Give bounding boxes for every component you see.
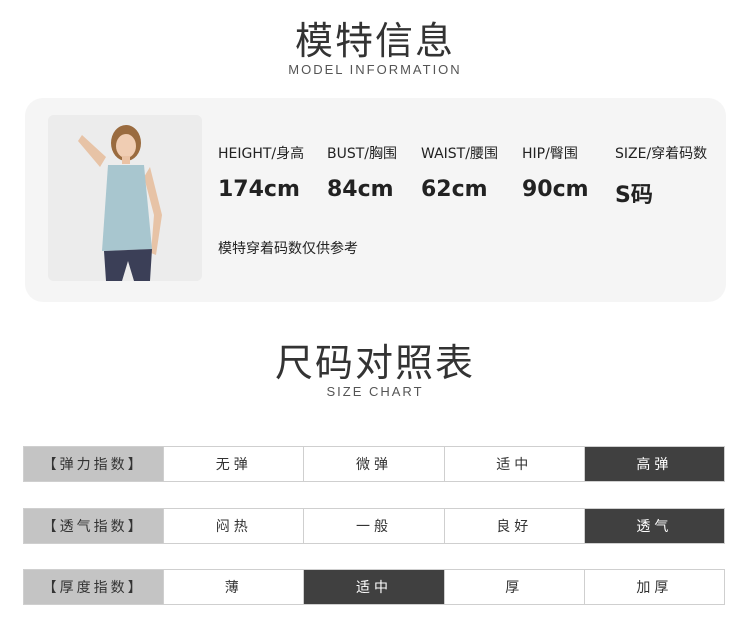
elasticity-row: 【弹力指数】 无弹 微弹 适中 高弹 bbox=[23, 446, 725, 482]
size-chart-title: 尺码对照表 bbox=[274, 341, 475, 385]
stat-label: HIP/臀围 bbox=[522, 146, 578, 162]
option-cell: 薄 bbox=[163, 570, 304, 604]
stat-value: 62cm bbox=[421, 177, 488, 202]
option-cell: 厚 bbox=[443, 570, 584, 604]
stat-size: SIZE/穿着码数 S码 bbox=[615, 143, 707, 209]
stat-label: HEIGHT/身高 bbox=[218, 146, 305, 162]
stat-label: SIZE/穿着码数 bbox=[615, 146, 708, 162]
stat-label: BUST/胸围 bbox=[327, 146, 398, 162]
stat-value: 174cm bbox=[218, 177, 300, 202]
option-cell: 加厚 bbox=[583, 570, 725, 604]
model-info-title: 模特信息 bbox=[294, 19, 455, 63]
option-cell: 良好 bbox=[443, 509, 584, 543]
size-chart-subtitle: SIZE CHART bbox=[326, 384, 424, 399]
stat-value: 90cm bbox=[522, 177, 589, 202]
stat-value: S码 bbox=[615, 183, 653, 208]
model-info-card: HEIGHT/身高 174cm BUST/胸围 84cm WAIST/腰围 62… bbox=[25, 98, 726, 302]
row-header: 【弹力指数】 bbox=[24, 447, 164, 481]
stat-bust: BUST/胸围 84cm bbox=[327, 143, 397, 202]
stat-hip: HIP/臀围 90cm bbox=[522, 143, 589, 202]
row-header: 【厚度指数】 bbox=[24, 570, 164, 604]
row-header: 【透气指数】 bbox=[24, 509, 164, 543]
option-cell: 无弹 bbox=[163, 447, 304, 481]
breathability-row: 【透气指数】 闷热 一般 良好 透气 bbox=[23, 508, 725, 544]
model-figure-image bbox=[48, 115, 202, 281]
model-info-subtitle: MODEL INFORMATION bbox=[288, 62, 462, 77]
stat-height: HEIGHT/身高 174cm bbox=[218, 143, 304, 202]
reference-note: 模特穿着码数仅供参考 bbox=[218, 241, 358, 257]
thickness-row: 【厚度指数】 薄 适中 厚 加厚 bbox=[23, 569, 725, 605]
option-cell: 适中 bbox=[443, 447, 584, 481]
model-photo bbox=[48, 115, 202, 281]
option-cell: 透气 bbox=[583, 509, 725, 543]
option-cell: 高弹 bbox=[583, 447, 725, 481]
option-cell: 一般 bbox=[303, 509, 444, 543]
option-cell: 微弹 bbox=[303, 447, 444, 481]
stat-value: 84cm bbox=[327, 177, 394, 202]
stat-waist: WAIST/腰围 62cm bbox=[421, 143, 498, 202]
stat-label: WAIST/腰围 bbox=[421, 146, 498, 162]
option-cell: 适中 bbox=[303, 570, 444, 604]
option-cell: 闷热 bbox=[163, 509, 304, 543]
